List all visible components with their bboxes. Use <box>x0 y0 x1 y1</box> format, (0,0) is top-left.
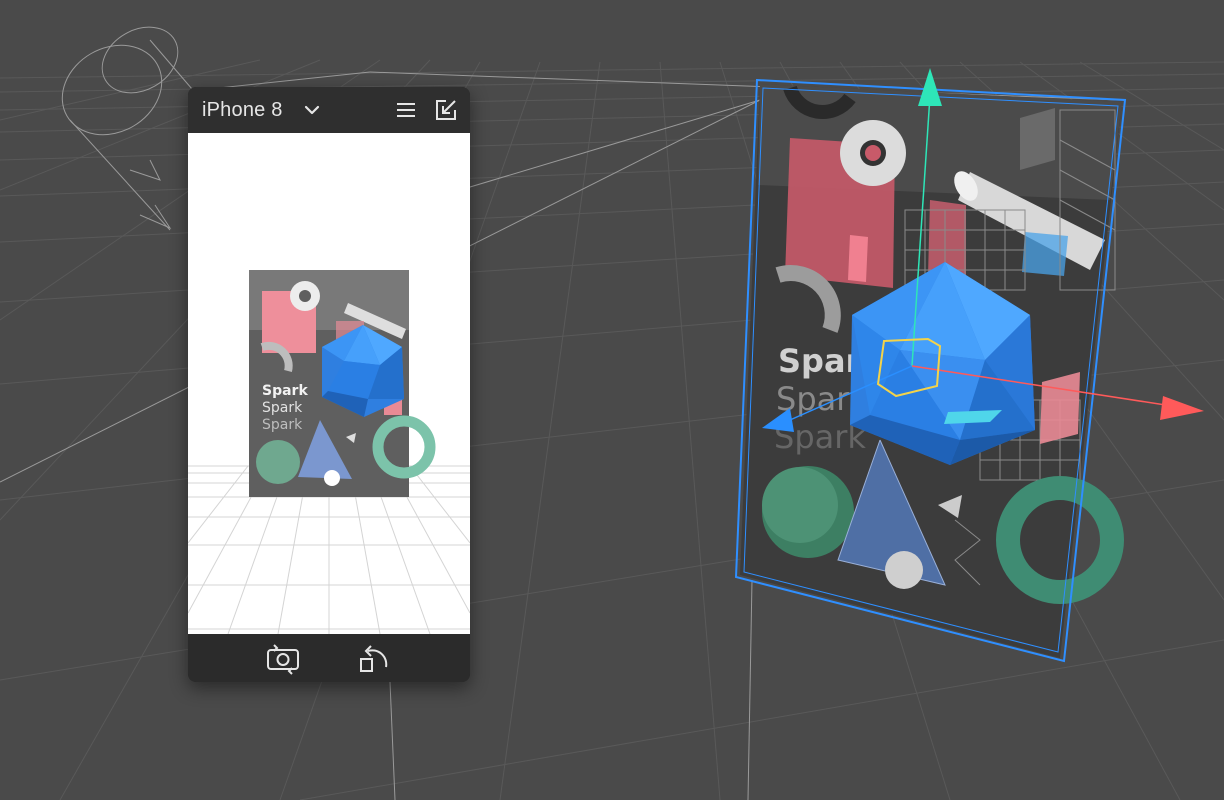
reset-button[interactable] <box>358 643 392 675</box>
flip-camera-button[interactable] <box>266 643 300 675</box>
simulator-panel: iPhone 8 Spark Spark Spark <box>188 87 470 682</box>
preview-text-line-3: Spark <box>262 417 303 433</box>
flip-camera-icon <box>267 644 299 675</box>
collapse-button[interactable] <box>434 98 458 122</box>
hamburger-menu-icon <box>397 103 415 117</box>
collapse-arrow-icon <box>436 100 456 120</box>
scene-canvas[interactable]: Spark Spark Spark <box>0 0 1224 800</box>
simulator-header: iPhone 8 <box>188 87 470 133</box>
reset-rotate-icon <box>360 645 388 672</box>
preview-text-line-1: Spark <box>262 383 308 399</box>
simulator-screen[interactable]: Spark Spark Spark <box>188 133 470 634</box>
menu-button[interactable] <box>394 98 418 122</box>
simulator-footer <box>188 634 470 682</box>
preview-text-line-2: Spark <box>262 400 303 416</box>
y-axis-handle[interactable] <box>918 68 942 106</box>
chevron-down-icon <box>303 101 321 119</box>
x-axis-handle[interactable] <box>1160 396 1204 420</box>
device-selector[interactable]: iPhone 8 <box>202 96 321 124</box>
scene-viewport[interactable]: Spark Spark Spark iPhone 8 Spark Spark S… <box>0 0 1224 800</box>
preview-canvas[interactable]: Spark Spark Spark <box>188 133 470 634</box>
device-name: iPhone 8 <box>202 98 283 121</box>
poster-preview[interactable]: Spark Spark Spark <box>249 270 436 497</box>
poster-plane-3d[interactable]: Spark Spark Spark <box>734 78 1127 663</box>
